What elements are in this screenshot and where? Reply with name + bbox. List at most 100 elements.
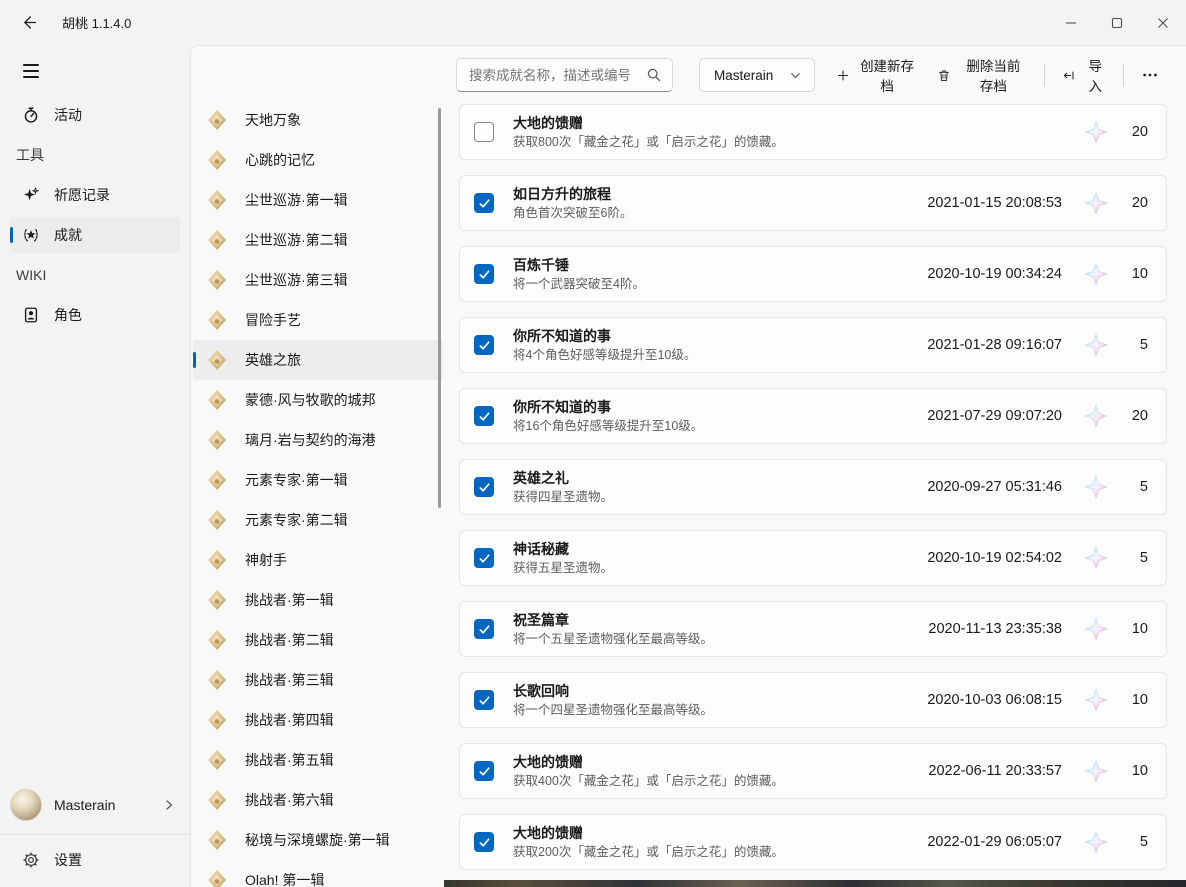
primogem-count: 5: [1124, 550, 1148, 566]
primogem-icon: [1083, 403, 1109, 429]
category-emblem-icon: [206, 589, 228, 611]
achievement-checkbox[interactable]: [474, 264, 494, 284]
sidebar-item-activity[interactable]: 活动: [10, 97, 180, 133]
check-icon: [478, 410, 491, 423]
achievement-title: 大地的馈赠: [513, 115, 1052, 132]
category-item[interactable]: 元素专家·第一辑: [193, 460, 443, 500]
user-account-row[interactable]: Masterain: [0, 778, 190, 832]
achievement-text: 大地的馈赠 获取400次「藏金之花」或「启示之花」的馈藏。: [513, 754, 928, 789]
maximize-button[interactable]: [1094, 0, 1140, 45]
achievement-checkbox[interactable]: [474, 690, 494, 710]
category-item[interactable]: Olah! 第一辑: [193, 860, 443, 887]
sidebar-footer: Masterain: [0, 778, 190, 887]
achievement-date: 2021-07-29 09:07:20: [927, 408, 1062, 424]
achievement-checkbox[interactable]: [474, 619, 494, 639]
category-label: Olah! 第一辑: [245, 870, 324, 887]
archive-selector[interactable]: Masterain: [699, 58, 815, 92]
back-button[interactable]: [12, 8, 46, 38]
close-icon: [1157, 17, 1169, 29]
category-scrollbar[interactable]: [438, 108, 441, 508]
category-label: 冒险手艺: [245, 310, 301, 330]
category-item[interactable]: 神射手: [193, 540, 443, 580]
achievement-description: 将一个武器突破至4阶。: [513, 277, 917, 292]
achievement-title: 大地的馈赠: [513, 825, 917, 842]
category-emblem-icon: [206, 869, 228, 887]
toolbar: Masterain 创建新存档 删除当前存档: [191, 46, 1186, 98]
category-label: 蒙德·风与牧歌的城邦: [245, 390, 376, 410]
close-button[interactable]: [1140, 0, 1186, 45]
archive-selector-value: Masterain: [714, 68, 773, 83]
achievement-checkbox[interactable]: [474, 193, 494, 213]
category-item[interactable]: 尘世巡游·第一辑: [193, 180, 443, 220]
category-item[interactable]: 英雄之旅: [193, 340, 443, 380]
primogem-count: 10: [1124, 763, 1148, 779]
sidebar-item-settings[interactable]: 设置: [0, 837, 190, 883]
category-item[interactable]: 元素专家·第二辑: [193, 500, 443, 540]
minimize-button[interactable]: [1048, 0, 1094, 45]
selected-indicator: [193, 352, 196, 368]
achievement-description: 获得四星圣遗物。: [513, 490, 917, 505]
category-item[interactable]: 尘世巡游·第二辑: [193, 220, 443, 260]
category-item[interactable]: 心跳的记忆: [193, 140, 443, 180]
selected-indicator: [10, 227, 13, 243]
achievement-description: 角色首次突破至6阶。: [513, 206, 917, 221]
category-item[interactable]: 挑战者·第六辑: [193, 780, 443, 820]
primogem-count: 20: [1124, 195, 1148, 211]
search-input[interactable]: [469, 68, 646, 83]
sidebar-item-achievements[interactable]: 成就: [10, 217, 180, 253]
more-options-button[interactable]: [1130, 58, 1170, 92]
sidebar-item-wish-history[interactable]: 祈愿记录: [10, 177, 180, 213]
achievement-checkbox[interactable]: [474, 548, 494, 568]
achievement-checkbox[interactable]: [474, 761, 494, 781]
trash-icon: [937, 67, 951, 84]
achievement-title: 英雄之礼: [513, 470, 917, 487]
search-box[interactable]: [456, 58, 673, 92]
import-button[interactable]: 导入: [1051, 58, 1118, 92]
category-item[interactable]: 天地万象: [193, 100, 443, 140]
achievement-date: 2020-10-19 02:54:02: [927, 550, 1062, 566]
achievement-checkbox[interactable]: [474, 122, 494, 142]
category-label: 挑战者·第二辑: [245, 630, 334, 650]
settings-label: 设置: [54, 850, 82, 870]
achievement-date: 2022-01-29 06:05:07: [927, 834, 1062, 850]
primogem-icon: [1083, 687, 1109, 713]
category-item[interactable]: 挑战者·第三辑: [193, 660, 443, 700]
achievement-text: 你所不知道的事 将16个角色好感等级提升至10级。: [513, 399, 927, 434]
category-item[interactable]: 秘境与深境螺旋·第一辑: [193, 820, 443, 860]
achievement-checkbox[interactable]: [474, 335, 494, 355]
achievement-card: 百炼千锤 将一个武器突破至4阶。 2020-10-19 00:34:24 10: [459, 246, 1167, 302]
sidebar-item-label: 角色: [54, 305, 82, 325]
category-item[interactable]: 尘世巡游·第三辑: [193, 260, 443, 300]
category-label: 心跳的记忆: [245, 150, 315, 170]
category-emblem-icon: [206, 149, 228, 171]
delete-archive-button[interactable]: 删除当前存档: [926, 58, 1038, 92]
primogem-count: 10: [1124, 692, 1148, 708]
achievement-card: 你所不知道的事 将4个角色好感等级提升至10级。 2021-01-28 09:1…: [459, 317, 1167, 373]
create-archive-button[interactable]: 创建新存档: [825, 58, 926, 92]
category-label: 天地万象: [245, 110, 301, 130]
hamburger-menu-button[interactable]: [12, 55, 50, 87]
category-item[interactable]: 挑战者·第一辑: [193, 580, 443, 620]
sidebar: 活动 工具 祈愿记录 成就 WIKI: [0, 45, 190, 887]
achievement-checkbox[interactable]: [474, 477, 494, 497]
check-icon: [478, 268, 491, 281]
category-item[interactable]: 蒙德·风与牧歌的城邦: [193, 380, 443, 420]
achievement-checkbox[interactable]: [474, 832, 494, 852]
category-item[interactable]: 挑战者·第二辑: [193, 620, 443, 660]
category-emblem-icon: [206, 269, 228, 291]
achievement-text: 百炼千锤 将一个武器突破至4阶。: [513, 257, 927, 292]
achievement-card: 大地的馈赠 获取800次「藏金之花」或「启示之花」的馈藏。 20: [459, 104, 1167, 160]
primogem-count: 20: [1124, 124, 1148, 140]
primogem-icon: [1083, 616, 1109, 642]
achievement-checkbox[interactable]: [474, 406, 494, 426]
category-item[interactable]: 璃月·岩与契约的海港: [193, 420, 443, 460]
category-item[interactable]: 挑战者·第五辑: [193, 740, 443, 780]
primogem-icon: [1083, 829, 1109, 855]
sidebar-item-characters[interactable]: 角色: [10, 297, 180, 333]
achievement-description: 获取400次「藏金之花」或「启示之花」的馈藏。: [513, 774, 918, 789]
category-emblem-icon: [206, 629, 228, 651]
import-label: 导入: [1084, 55, 1106, 95]
category-item[interactable]: 挑战者·第四辑: [193, 700, 443, 740]
category-item[interactable]: 冒险手艺: [193, 300, 443, 340]
wish-record-icon: [22, 186, 40, 204]
